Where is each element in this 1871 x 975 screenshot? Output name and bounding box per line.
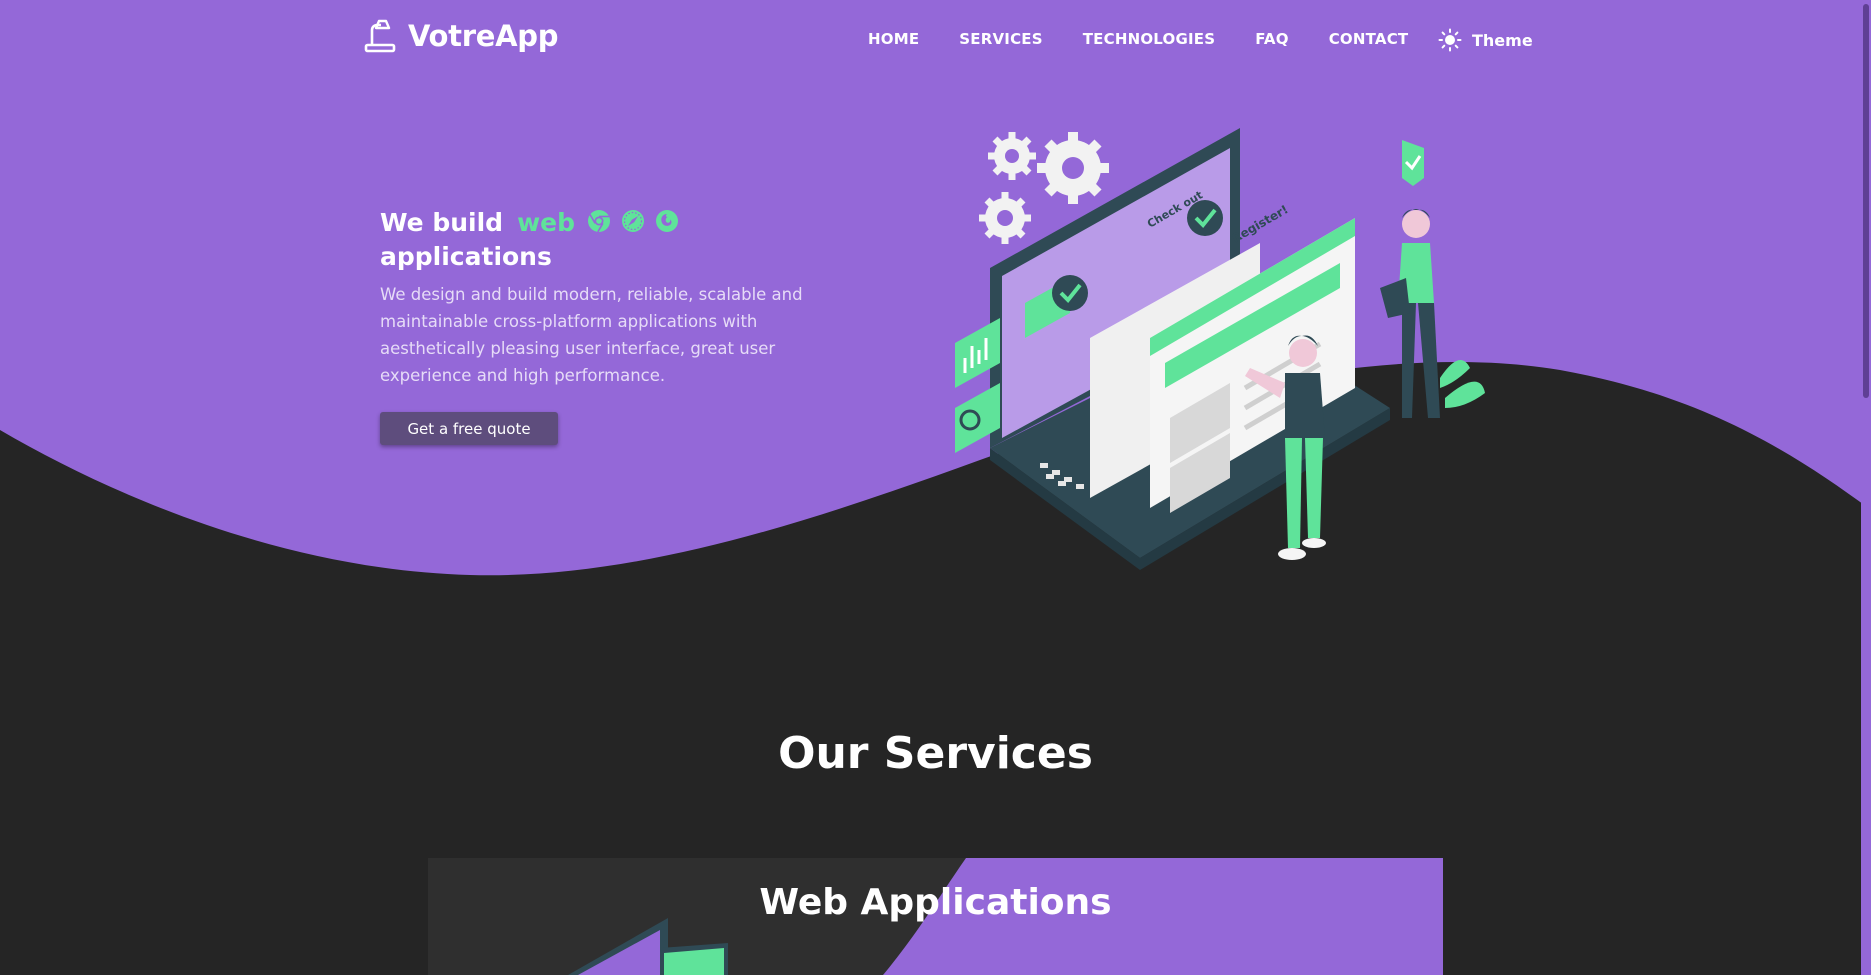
service-card-title: Web Applications: [759, 882, 1112, 923]
nav-home[interactable]: HOME: [868, 30, 919, 48]
theme-toggle[interactable]: Theme: [1438, 28, 1533, 52]
main-nav: HOME SERVICES TECHNOLOGIES FAQ CONTACT: [868, 30, 1448, 48]
hero-illustration: Register! Check out: [955, 128, 1485, 570]
services-title: Our Services: [778, 728, 1093, 779]
service-card-web[interactable]: Web Applications: [428, 858, 1443, 975]
get-quote-button[interactable]: Get a free quote: [380, 412, 558, 445]
nav-technologies[interactable]: TECHNOLOGIES: [1083, 30, 1215, 48]
nav-faq[interactable]: FAQ: [1255, 30, 1289, 48]
hero-description: We design and build modern, reliable, sc…: [380, 285, 803, 385]
desk-lamp-logo-icon: [364, 19, 396, 53]
brand-name: VotreApp: [408, 19, 559, 53]
hero-title-part1: We build: [380, 208, 504, 237]
hero-background: [0, 0, 1871, 576]
firefox-icon: [656, 210, 679, 232]
theme-label: Theme: [1472, 30, 1533, 50]
hero-title: We build web applications: [380, 206, 679, 274]
chrome-icon: [588, 210, 611, 233]
scrollbar[interactable]: [1861, 0, 1871, 975]
brand-logo[interactable]: VotreApp: [362, 18, 558, 54]
hero-title-part2: applications: [380, 242, 552, 271]
scrollbar-thumb[interactable]: [1863, 4, 1869, 398]
browser-icons: [587, 209, 679, 233]
safari-icon: [622, 210, 645, 232]
hero-title-accent: web: [517, 208, 576, 237]
nav-services[interactable]: SERVICES: [959, 30, 1042, 48]
sun-icon: [1438, 28, 1462, 52]
nav-contact[interactable]: CONTACT: [1329, 30, 1409, 48]
gear-icon: [1037, 132, 1109, 204]
navbar: VotreApp HOME SERVICES TECHNOLOGIES FAQ …: [0, 0, 1871, 82]
